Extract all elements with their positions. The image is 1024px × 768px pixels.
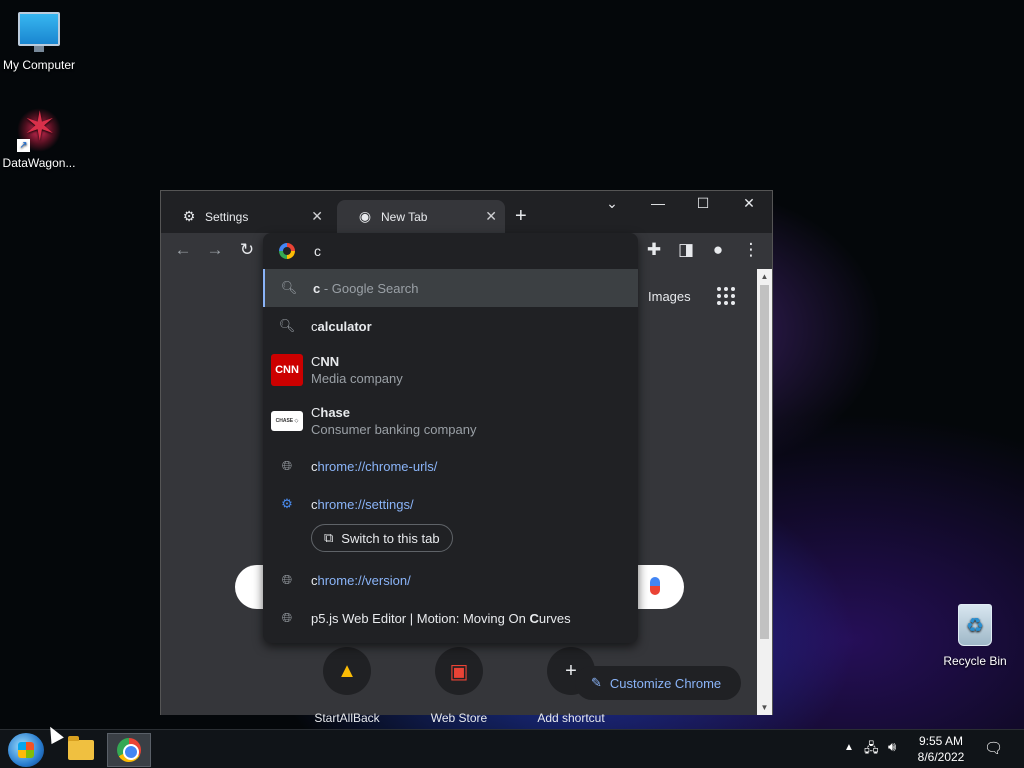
desktop-icon-label: My Computer [2,58,76,72]
pencil-icon: ✎ [591,675,602,690]
globe-icon: 🌐︎ [281,572,293,587]
suggestion-p5js[interactable]: 🌐︎ p5.js Web Editor | Motion: Moving On … [263,599,638,637]
suggestion-chrome-version[interactable]: 🌐︎ chrome://version/ [263,561,638,599]
reload-icon[interactable]: ↻ [236,240,258,260]
desktop-icon-datawagon[interactable]: ↗ DataWagon... [0,104,79,170]
desktop-icon-recycle-bin[interactable]: ♻ Recycle Bin [935,604,1015,668]
chase-logo-icon: CHASE ◇ [271,411,303,431]
address-bar[interactable]: c [263,233,638,269]
minimize-icon[interactable]: — [643,195,673,211]
system-clock[interactable]: 9:55 AM 8/6/2022 [912,733,970,765]
page-scrollbar[interactable]: ▲ ▼ [757,269,772,715]
suggestion-calculator[interactable]: 🔍︎ calculator [263,307,638,345]
tab-title: New Tab [381,209,428,224]
tray-overflow-icon[interactable]: ▲ [844,742,854,753]
profile-icon[interactable]: ● [707,240,729,260]
taskbar: ▲ 🖧︎ 🔊︎ 9:55 AM 8/6/2022 🗨︎ [0,729,1024,768]
address-input[interactable]: c [314,243,321,259]
network-icon[interactable]: 🖧︎ [864,739,879,761]
desktop-icon-label: Recycle Bin [943,654,1007,668]
globe-icon: 🌐︎ [281,610,293,625]
shortcut-tile[interactable]: ▲ StartAllBack [297,647,397,723]
scroll-thumb[interactable] [760,285,769,639]
computer-icon [18,12,60,52]
close-tab-icon[interactable]: ✕ [485,208,497,225]
close-window-icon[interactable]: ✕ [734,195,764,212]
file-explorer-button[interactable] [59,733,103,767]
shortcut-label: Web Store [430,711,488,723]
suggestion-chrome-settings[interactable]: ⚙ chrome://settings/ [263,485,638,523]
desktop-icon-my-computer[interactable]: My Computer [0,12,79,72]
gear-icon: ⚙ [182,208,196,224]
cnn-logo-icon: CNN [271,354,303,386]
new-tab-button[interactable]: + [515,205,527,228]
tab-settings[interactable]: ⚙ Settings ✕ [161,200,331,233]
apps-grid-icon[interactable] [717,287,735,305]
datawagon-logo-icon: ↗ [17,104,61,152]
customize-chrome-button[interactable]: ✎ Customize Chrome [575,666,741,700]
web-store-icon: ▣ [435,647,483,695]
tab-title: Settings [205,209,249,224]
chrome-icon [117,738,141,762]
maximize-icon[interactable]: ☐ [688,195,718,212]
volume-icon[interactable]: 🔊︎ [888,739,896,755]
recycle-bin-icon: ♻ [958,604,992,646]
clock-date: 8/6/2022 [917,750,965,764]
tab-switch-icon: ⧉ [324,530,334,545]
tab-search-icon[interactable]: ⌄ [597,195,627,212]
desktop-icon-label: DataWagon... [2,156,76,170]
start-button[interactable] [8,733,44,767]
customize-label: Customize Chrome [609,675,722,691]
suggestion-chase[interactable]: CHASE ◇ Chase Consumer banking company [263,396,638,446]
google-icon [279,243,295,259]
switch-to-tab-button[interactable]: ⧉ Switch to this tab [311,524,453,552]
globe-icon: 🌐︎ [281,458,293,473]
folder-icon [68,736,94,760]
shortcut-tile[interactable]: ▣ Web Store [409,647,509,723]
title-bar: ⚙ Settings ✕ ◉ New Tab ✕ + ⌄ — ☐ ✕ [161,191,772,233]
chrome-icon: ◉ [358,208,372,224]
scroll-up-icon[interactable]: ▲ [757,272,772,281]
suggestion-google-search[interactable]: 🔍︎ c - Google Search [263,269,638,307]
close-tab-icon[interactable]: ✕ [311,208,323,225]
search-icon: 🔍︎ [280,280,298,295]
shortcut-label: StartAllBack [314,711,380,723]
switch-tab-label: Switch to this tab [341,530,440,546]
back-icon[interactable]: ← [172,240,194,260]
suggestion-chrome-urls[interactable]: 🌐︎ chrome://chrome-urls/ [263,447,638,485]
menu-icon[interactable]: ⋮ [740,240,762,260]
side-panel-icon[interactable]: ◨ [675,240,697,260]
extensions-icon[interactable]: ✚ [643,240,665,260]
gear-icon: ⚙ [281,496,293,511]
tab-new-tab[interactable]: ◉ New Tab ✕ [337,200,505,233]
drive-icon: ▲ [323,647,371,695]
notification-icon[interactable]: 🗨︎ [984,739,1003,757]
omnibox-popup: c 🔍︎ c - Google Search 🔍︎ calculator CNN… [263,233,638,643]
shortcut-label: Add shortcut [537,711,605,723]
scroll-down-icon[interactable]: ▼ [757,703,772,712]
images-link[interactable]: Images [648,289,691,304]
chrome-taskbar-button[interactable] [107,733,151,767]
suggestion-cnn[interactable]: CNN CNN Media company [263,345,638,395]
forward-icon[interactable]: → [204,240,226,260]
microphone-icon[interactable] [650,577,660,595]
search-icon: 🔍︎ [278,318,296,333]
clock-time: 9:55 AM [918,734,964,748]
shortcut-arrow-icon: ↗ [17,139,30,152]
